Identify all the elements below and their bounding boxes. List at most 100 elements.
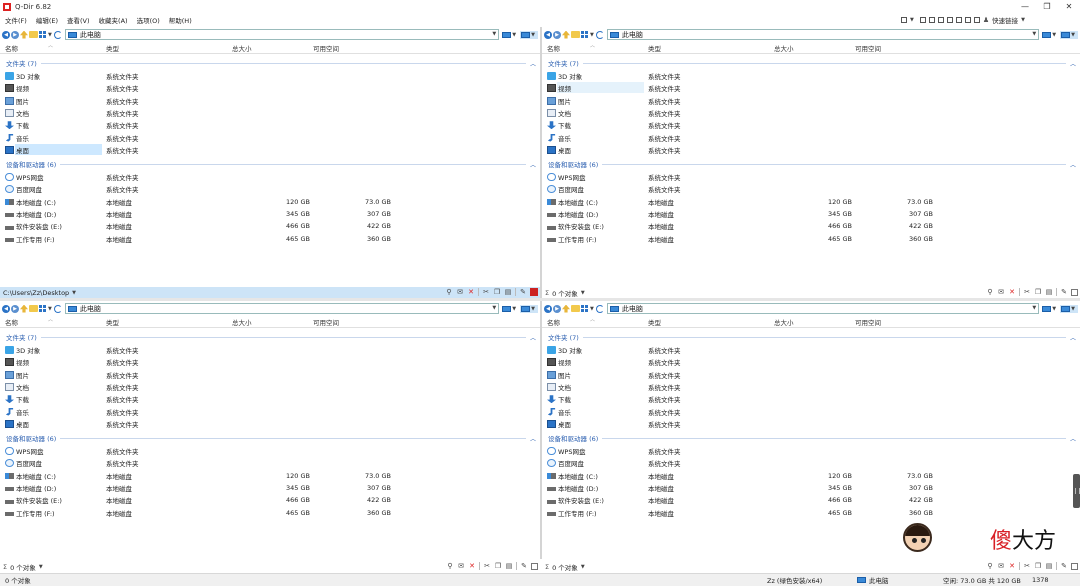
delete-icon[interactable]: ✕ xyxy=(1008,288,1016,296)
list-item[interactable]: 视频 系统文件夹 xyxy=(547,356,1080,368)
chevron-down-icon[interactable]: ▼ xyxy=(72,290,76,296)
chevron-down-icon[interactable]: ▼ xyxy=(590,32,594,38)
list-item[interactable]: 工作专用 (F:) 本地磁盘 465 GB 360 GB xyxy=(547,507,1080,519)
list-item[interactable]: 音乐 系统文件夹 xyxy=(547,406,1080,418)
paste-icon[interactable]: ▤ xyxy=(505,562,513,570)
forward-icon[interactable]: ▶ xyxy=(553,30,561,39)
up-folder-icon[interactable] xyxy=(562,30,570,39)
list-item[interactable]: 音乐 系统文件夹 xyxy=(547,132,1080,144)
folder-icon[interactable] xyxy=(571,305,580,312)
refresh-icon[interactable] xyxy=(53,304,62,313)
pane-bottom-right[interactable]: ◀ ▶ ▼ 此电脑 ▼ ▼ ▼ 名称 ︿ 类型 总大小 可用空间 文件夹 (7)… xyxy=(542,301,1080,559)
layout-7-icon[interactable] xyxy=(964,17,971,23)
view-grid-icon[interactable] xyxy=(39,305,47,312)
group-drives[interactable]: 设备和驱动器 (6) ︿ xyxy=(548,433,1076,443)
chevron-up-icon[interactable]: ︿ xyxy=(1070,59,1076,68)
filter-icon[interactable]: ⚲ xyxy=(446,562,454,570)
chevron-down-icon[interactable]: ▼ xyxy=(590,306,594,312)
side-scroll-handle[interactable] xyxy=(1073,474,1080,508)
col-free[interactable]: 可用空间 xyxy=(855,43,881,53)
list-item[interactable]: 文档 系统文件夹 xyxy=(547,107,1080,119)
list-item[interactable]: 3D 对象 系统文件夹 xyxy=(5,70,540,82)
layout-2-icon[interactable] xyxy=(919,17,926,23)
folder-icon[interactable] xyxy=(29,31,38,38)
address-field[interactable]: 此电脑 ▼ xyxy=(606,303,1040,314)
list-item[interactable]: 本地磁盘 (C:) 本地磁盘 120 GB 73.0 GB xyxy=(5,196,540,208)
chevron-down-icon[interactable]: ▼ xyxy=(581,290,585,296)
minimize-button[interactable]: — xyxy=(1014,0,1036,13)
close-pane-icon[interactable] xyxy=(530,288,538,296)
group-drives[interactable]: 设备和驱动器 (6) ︿ xyxy=(6,159,536,169)
list-item[interactable]: 下载 系统文件夹 xyxy=(547,119,1080,131)
list-item[interactable]: 音乐 系统文件夹 xyxy=(5,132,540,144)
list-item[interactable]: 桌面 系统文件夹 xyxy=(547,144,1080,156)
chevron-down-icon[interactable]: ▼ xyxy=(492,305,496,311)
chevron-up-icon[interactable]: ︿ xyxy=(530,160,536,169)
chevron-down-icon[interactable]: ▼ xyxy=(48,306,52,312)
menu-help[interactable]: 帮助(H) xyxy=(169,15,192,25)
list-item[interactable]: 文档 系统文件夹 xyxy=(5,107,540,119)
back-icon[interactable]: ◀ xyxy=(544,30,552,39)
list-item[interactable]: 软件安装盘 (E:) 本地磁盘 466 GB 422 GB xyxy=(547,494,1080,506)
chevron-down-icon[interactable]: ▼ xyxy=(39,564,43,570)
pane-option-icon[interactable] xyxy=(1071,288,1078,296)
filter-icon[interactable]: ⚲ xyxy=(986,562,994,570)
menu-options[interactable]: 选项(O) xyxy=(137,15,160,25)
list-item[interactable]: 图片 系统文件夹 xyxy=(5,95,540,107)
list-item[interactable]: 百度网盘 系统文件夹 xyxy=(547,183,1080,195)
pane-option-icon[interactable] xyxy=(531,562,538,570)
email-icon[interactable]: ✉ xyxy=(997,562,1005,570)
list-item[interactable]: 视频 系统文件夹 xyxy=(5,82,540,94)
menu-file[interactable]: 文件(F) xyxy=(5,15,27,25)
cut-icon[interactable]: ✂ xyxy=(1023,562,1031,570)
group-folders[interactable]: 文件夹 (7) ︿ xyxy=(6,332,536,342)
forward-icon[interactable]: ▶ xyxy=(11,30,19,39)
list-item[interactable]: 音乐 系统文件夹 xyxy=(5,406,540,418)
chevron-down-icon[interactable]: ▼ xyxy=(48,32,52,38)
layout-3-icon[interactable] xyxy=(928,17,935,23)
copy-icon[interactable]: ❐ xyxy=(1034,288,1042,296)
layout-4-icon[interactable] xyxy=(937,17,944,23)
chevron-up-icon[interactable]: ︿ xyxy=(1070,333,1076,342)
chevron-down-icon[interactable]: ▼ xyxy=(910,17,914,23)
list-item[interactable]: 工作专用 (F:) 本地磁盘 465 GB 360 GB xyxy=(547,233,1080,245)
list-item[interactable]: 桌面 系统文件夹 xyxy=(5,143,540,156)
col-name[interactable]: 名称 xyxy=(5,43,18,53)
list-item[interactable]: 软件安装盘 (E:) 本地磁盘 466 GB 422 GB xyxy=(5,494,540,506)
list-item[interactable]: 图片 系统文件夹 xyxy=(547,369,1080,381)
maximize-button[interactable]: ❐ xyxy=(1036,0,1058,13)
list-item[interactable]: 视频 系统文件夹 xyxy=(547,82,1080,94)
refresh-icon[interactable] xyxy=(595,304,604,313)
chevron-up-icon[interactable]: ︿ xyxy=(1070,160,1076,169)
view-grid-icon[interactable] xyxy=(581,31,589,38)
pane-option-icon[interactable] xyxy=(1071,562,1078,570)
list-item[interactable]: 图片 系统文件夹 xyxy=(5,369,540,381)
list-item[interactable]: 本地磁盘 (C:) 本地磁盘 120 GB 73.0 GB xyxy=(547,196,1080,208)
paste-icon[interactable]: ▤ xyxy=(1045,562,1053,570)
list-item[interactable]: 下载 系统文件夹 xyxy=(5,393,540,405)
menu-view[interactable]: 查看(V) xyxy=(67,15,90,25)
cut-icon[interactable]: ✂ xyxy=(1023,288,1031,296)
quick-links-button[interactable]: 快速链接 xyxy=(992,15,1018,25)
delete-icon[interactable]: ✕ xyxy=(468,562,476,570)
pane-bottom-left[interactable]: ◀ ▶ ▼ 此电脑 ▼ ▼ ▼ 名称 ︿ 类型 总大小 可用空间 文件夹 (7)… xyxy=(0,301,540,559)
back-icon[interactable]: ◀ xyxy=(2,304,10,313)
pane-top-right[interactable]: ◀ ▶ ▼ 此电脑 ▼ ▼ ▼ 名称 ︿ 类型 总大小 可用空间 文件夹 (7)… xyxy=(542,27,1080,286)
col-free[interactable]: 可用空间 xyxy=(855,317,881,327)
delete-icon[interactable]: ✕ xyxy=(1008,562,1016,570)
list-item[interactable]: 软件安装盘 (E:) 本地磁盘 466 GB 422 GB xyxy=(547,220,1080,232)
close-button[interactable]: ✕ xyxy=(1058,0,1080,13)
chevron-up-icon[interactable]: ︿ xyxy=(530,434,536,443)
list-item[interactable]: 本地磁盘 (D:) 本地磁盘 345 GB 307 GB xyxy=(5,482,540,494)
view-mode-button[interactable]: ▼ xyxy=(1060,30,1078,39)
list-item[interactable]: 下载 系统文件夹 xyxy=(5,119,540,131)
list-item[interactable]: 视频 系统文件夹 xyxy=(5,356,540,368)
col-type[interactable]: 类型 xyxy=(648,43,661,53)
list-item[interactable]: 本地磁盘 (C:) 本地磁盘 120 GB 73.0 GB xyxy=(5,470,540,482)
view-grid-icon[interactable] xyxy=(581,305,589,312)
edit-icon[interactable]: ✎ xyxy=(1060,288,1068,296)
layout-1-icon[interactable] xyxy=(901,17,907,23)
address-field[interactable]: 此电脑 ▼ xyxy=(606,29,1040,40)
list-item[interactable]: 下载 系统文件夹 xyxy=(547,393,1080,405)
edit-icon[interactable]: ✎ xyxy=(520,562,528,570)
